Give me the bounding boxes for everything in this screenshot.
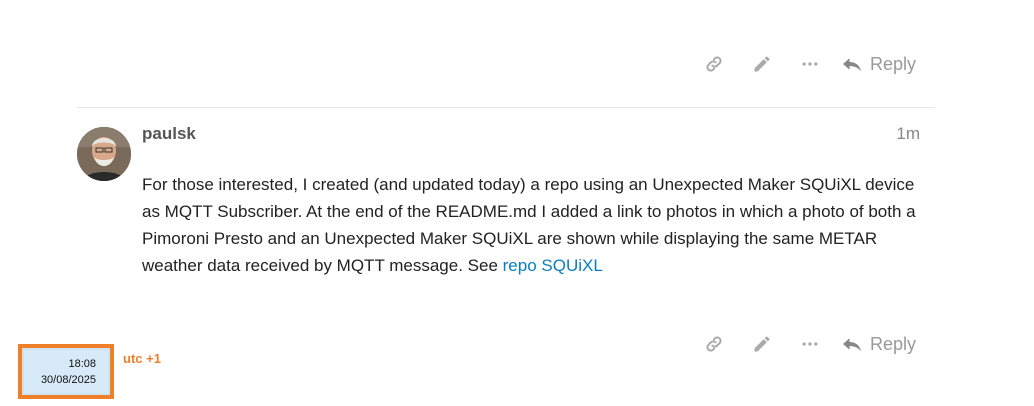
- link-icon[interactable]: [700, 50, 728, 78]
- post-body: For those interested, I created (and upd…: [142, 171, 922, 279]
- post-actions-top: Reply: [700, 50, 916, 78]
- pencil-icon[interactable]: [748, 50, 776, 78]
- ellipsis-icon[interactable]: [796, 330, 824, 358]
- avatar[interactable]: [77, 127, 131, 181]
- reply-button[interactable]: Reply: [842, 54, 916, 75]
- taskbar-clock-face: 18:08 30/08/2025: [24, 350, 108, 393]
- repo-link[interactable]: repo SQUiXL: [503, 256, 603, 275]
- post-actions-bottom: Reply: [700, 330, 916, 358]
- reply-label: Reply: [870, 53, 917, 74]
- reply-button[interactable]: Reply: [842, 334, 916, 355]
- clock-date: 30/08/2025: [40, 374, 96, 386]
- clock-time: 18:08: [68, 358, 96, 370]
- post-date[interactable]: 1m: [896, 124, 920, 144]
- reply-label: Reply: [870, 333, 917, 354]
- timezone-label: utc +1: [123, 351, 161, 366]
- post-divider: [77, 107, 935, 108]
- pencil-icon[interactable]: [748, 330, 776, 358]
- ellipsis-icon[interactable]: [796, 50, 824, 78]
- reply-arrow-icon: [843, 338, 861, 352]
- reply-arrow-icon: [843, 58, 861, 72]
- post-username[interactable]: paulsk: [142, 124, 196, 144]
- taskbar-clock[interactable]: 18:08 30/08/2025: [18, 344, 114, 399]
- link-icon[interactable]: [700, 330, 728, 358]
